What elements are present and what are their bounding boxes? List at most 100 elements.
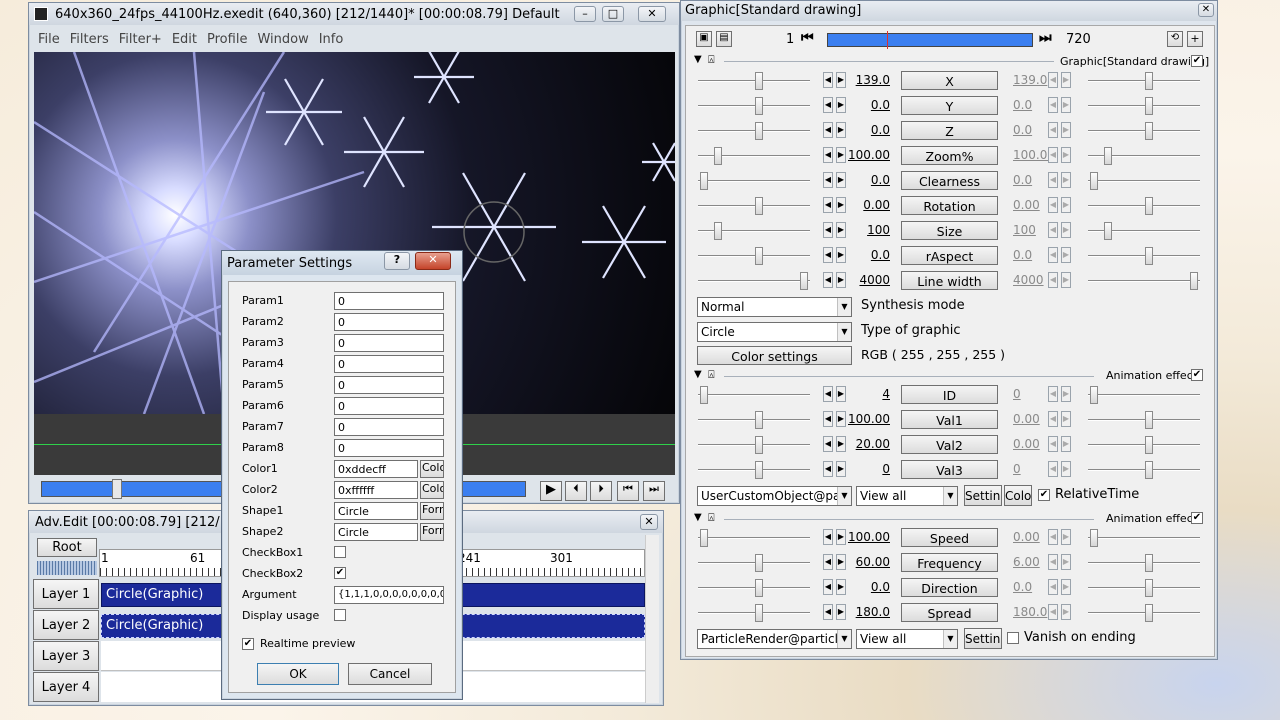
fx1-value-3[interactable]: 0 [846, 462, 890, 476]
std-left-slider-3[interactable] [698, 147, 810, 165]
frame-range-bar[interactable] [827, 31, 1033, 49]
chevron-left-icon[interactable]: ◀ [823, 272, 833, 288]
fx2-right-slider-1[interactable] [1088, 554, 1200, 572]
chevron-right-icon[interactable]: ▶ [1061, 72, 1071, 88]
checkbox2[interactable]: ✔ [334, 567, 346, 579]
chevron-right-icon[interactable]: ▶ [1061, 436, 1071, 452]
go-end-button[interactable]: ⏭ [643, 481, 665, 501]
fx2-name-button-1[interactable]: Frequency [901, 553, 998, 572]
layer-scale-bar[interactable] [37, 561, 97, 575]
fx2-value-3[interactable]: 180.0 [846, 605, 890, 619]
layer-4-header[interactable]: Layer 4 [33, 672, 99, 702]
std-right-thumb-8[interactable] [1190, 272, 1198, 290]
fx2-right-slider-0[interactable] [1088, 529, 1200, 547]
chevron-right-icon[interactable]: ▶ [836, 197, 846, 213]
go-start-button[interactable]: ⏮ [617, 481, 639, 501]
std-left-slider-0[interactable] [698, 72, 810, 90]
std-left-thumb-0[interactable] [755, 72, 763, 90]
section1-enable-checkbox[interactable]: ✔ [1191, 55, 1203, 67]
chevron-left-icon[interactable]: ◀ [823, 122, 833, 138]
param8-input[interactable]: 0 [334, 439, 444, 457]
std-name-button-5[interactable]: Rotation [901, 196, 998, 215]
fx2-left-thumb-2[interactable] [755, 579, 763, 597]
std-value-8[interactable]: 4000 [846, 273, 890, 287]
chevron-left-icon[interactable]: ◀ [1048, 461, 1058, 477]
std-left-slider-5[interactable] [698, 197, 810, 215]
section3-enable-checkbox[interactable]: ✔ [1191, 512, 1203, 524]
fx2-right-thumb-2[interactable] [1145, 579, 1153, 597]
chevron-left-icon[interactable]: ◀ [823, 172, 833, 188]
fx1-left-thumb-2[interactable] [755, 436, 763, 454]
std-right-slider-6[interactable] [1088, 222, 1200, 240]
fx2-name-button-0[interactable]: Speed [901, 528, 998, 547]
chevron-right-icon[interactable]: ▶ [1061, 222, 1071, 238]
std-right-thumb-3[interactable] [1104, 147, 1112, 165]
chevron-right-icon[interactable]: ▶ [836, 222, 846, 238]
chevron-right-icon[interactable]: ▶ [836, 272, 846, 288]
std-name-button-6[interactable]: Size [901, 221, 998, 240]
chevron-left-icon[interactable]: ◀ [823, 386, 833, 402]
std-right-slider-5[interactable] [1088, 197, 1200, 215]
std-left-slider-1[interactable] [698, 97, 810, 115]
fx1-left-slider-2[interactable] [698, 436, 810, 454]
next-frame-button[interactable]: ⏵ [590, 481, 612, 501]
param6-input[interactable]: 0 [334, 397, 444, 415]
std-value-3[interactable]: 100.00 [846, 148, 890, 162]
param4-input[interactable]: 0 [334, 355, 444, 373]
std-left-thumb-2[interactable] [755, 122, 763, 140]
chevron-right-icon[interactable]: ▶ [1061, 386, 1071, 402]
std-right-thumb-6[interactable] [1104, 222, 1112, 240]
chevron-left-icon[interactable]: ◀ [823, 604, 833, 620]
chevron-right-icon[interactable]: ▶ [836, 72, 846, 88]
fx2-right-thumb-0[interactable] [1090, 529, 1098, 547]
fx1-name-button-2[interactable]: Val2 [901, 435, 998, 454]
fx2-right-thumb-1[interactable] [1145, 554, 1153, 572]
chevron-right-icon[interactable]: ▶ [1061, 411, 1071, 427]
chevron-right-icon[interactable]: ▶ [836, 436, 846, 452]
std-value-0[interactable]: 139.0 [846, 73, 890, 87]
play-button[interactable]: ▶ [540, 481, 562, 501]
menu-info[interactable]: Info [314, 29, 349, 47]
chevron-left-icon[interactable]: ◀ [1048, 272, 1058, 288]
chevron-right-icon[interactable]: ▶ [836, 554, 846, 570]
realtime-preview-checkbox[interactable]: ✔ [242, 638, 254, 650]
shape2-form-button[interactable]: Form [420, 523, 444, 541]
setting1-button[interactable]: Setting [964, 485, 1002, 506]
section1-collapse-icon[interactable]: ▼ [694, 54, 702, 65]
std-left-thumb-6[interactable] [714, 222, 722, 240]
chevron-left-icon[interactable]: ◀ [1048, 411, 1058, 427]
fx1-left-thumb-0[interactable] [700, 386, 708, 404]
param1-input[interactable]: 0 [334, 292, 444, 310]
chevron-right-icon[interactable]: ▶ [836, 172, 846, 188]
fx2-left-thumb-1[interactable] [755, 554, 763, 572]
layer-1-header[interactable]: Layer 1 [33, 579, 99, 609]
chevron-right-icon[interactable]: ▶ [836, 579, 846, 595]
fx1-name-button-1[interactable]: Val1 [901, 410, 998, 429]
std-name-button-4[interactable]: Clearness [901, 171, 998, 190]
layer-3-header[interactable]: Layer 3 [33, 641, 99, 671]
param5-input[interactable]: 0 [334, 376, 444, 394]
chevron-right-icon[interactable]: ▶ [836, 122, 846, 138]
std-right-thumb-0[interactable] [1145, 72, 1153, 90]
std-value-6[interactable]: 100 [846, 223, 890, 237]
fx2-value-0[interactable]: 100.00 [846, 530, 890, 544]
graphic-titlebar[interactable]: Graphic[Standard drawing] ✕ [681, 1, 1217, 21]
seek-thumb[interactable] [112, 479, 122, 499]
fx2-name-button-2[interactable]: Direction [901, 578, 998, 597]
shape1-input[interactable]: Circle [334, 502, 418, 520]
chevron-right-icon[interactable]: ▶ [836, 604, 846, 620]
std-right-thumb-1[interactable] [1145, 97, 1153, 115]
color2-button[interactable]: Color [420, 481, 444, 499]
std-right-thumb-4[interactable] [1090, 172, 1098, 190]
std-name-button-1[interactable]: Y [901, 96, 998, 115]
chevron-left-icon[interactable]: ◀ [1048, 436, 1058, 452]
chevron-right-icon[interactable]: ▶ [836, 529, 846, 545]
fx2-right-slider-2[interactable] [1088, 579, 1200, 597]
chevron-left-icon[interactable]: ◀ [1048, 172, 1058, 188]
color-settings-button[interactable]: Color settings [697, 346, 852, 365]
relative-time-checkbox[interactable]: ✔ [1038, 489, 1050, 501]
fx1-right-thumb-3[interactable] [1145, 461, 1153, 479]
chevron-left-icon[interactable]: ◀ [823, 147, 833, 163]
fx1-right-slider-1[interactable] [1088, 411, 1200, 429]
param-close-button[interactable]: ✕ [415, 252, 451, 270]
